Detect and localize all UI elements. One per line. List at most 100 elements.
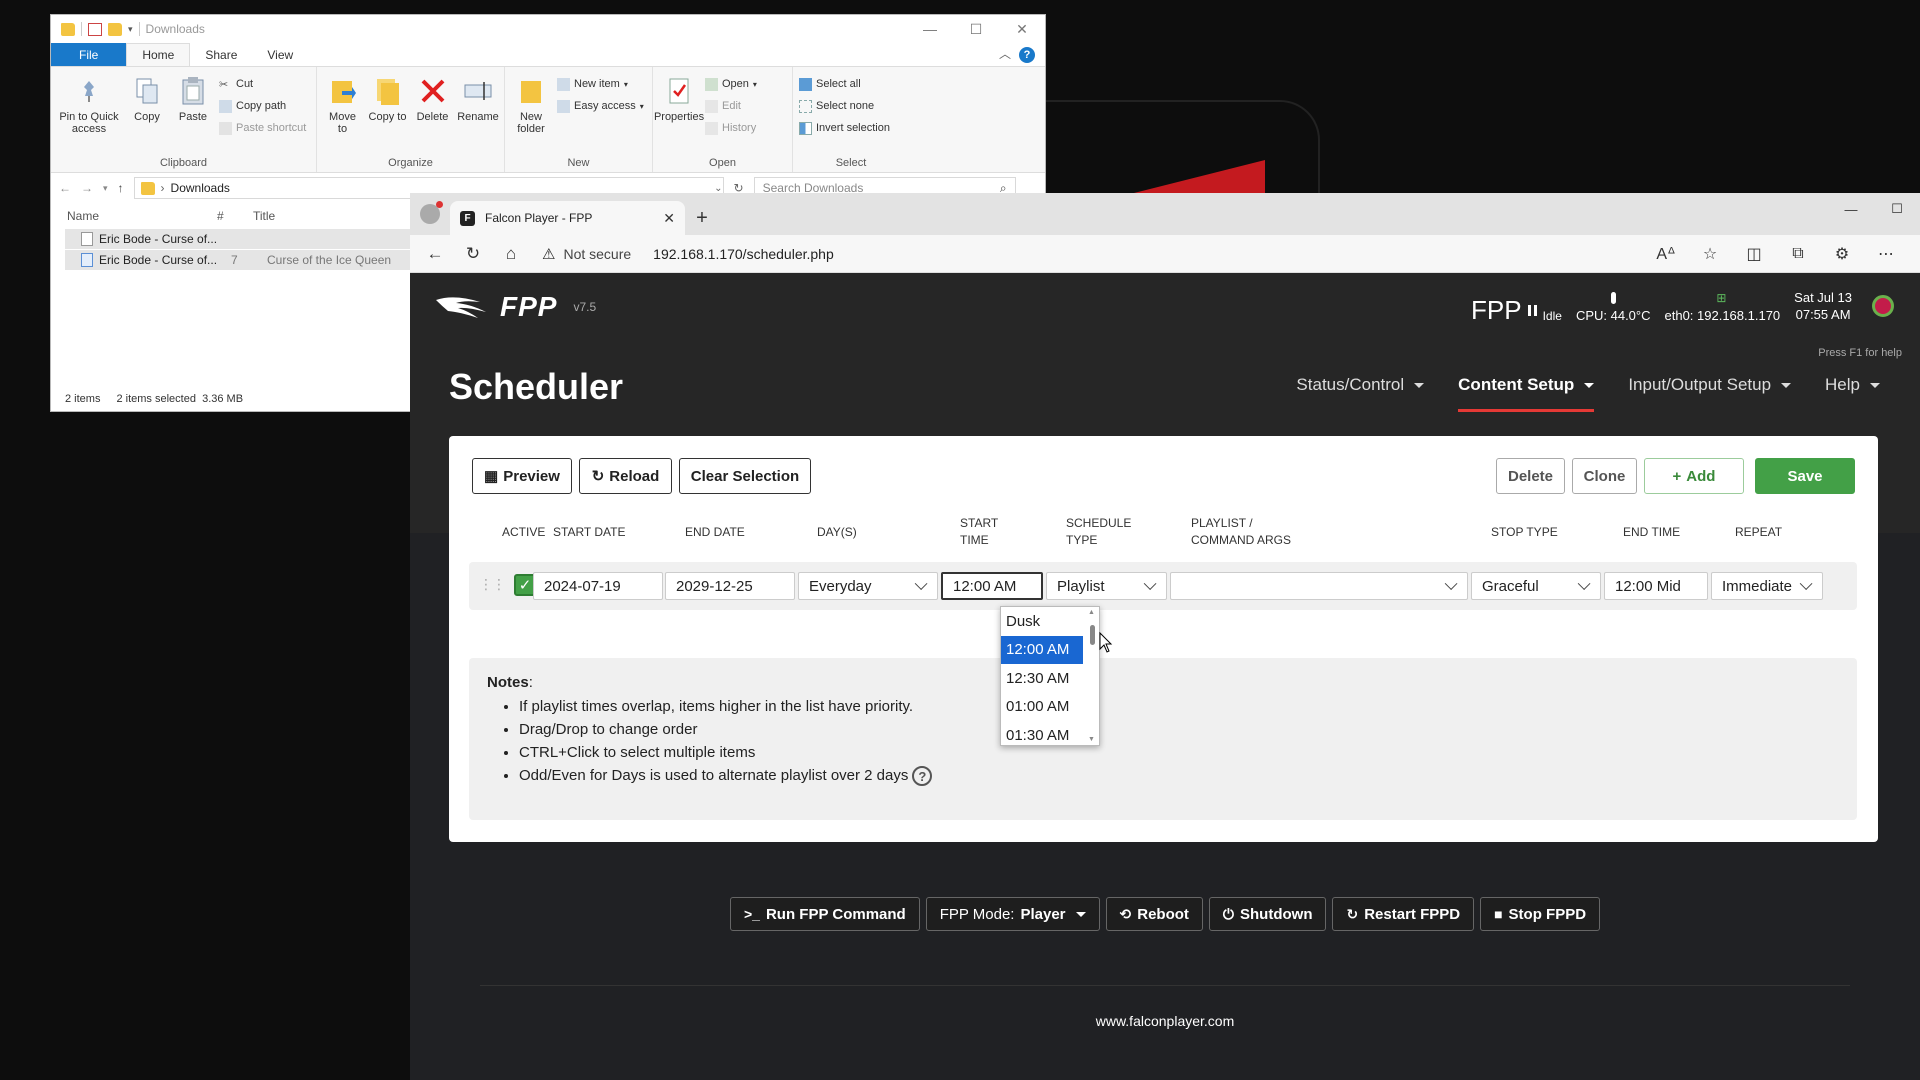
split-screen-icon[interactable]: ◫ — [1738, 239, 1770, 269]
time-option[interactable]: 01:30 AM — [1001, 721, 1083, 750]
scroll-down-icon[interactable]: ▼ — [1088, 736, 1095, 743]
nav-status-control[interactable]: Status/Control — [1296, 375, 1424, 412]
end-time-input[interactable]: 12:00 Mid — [1604, 572, 1708, 600]
home-icon[interactable]: ⌂ — [496, 239, 526, 269]
save-button[interactable]: Save — [1755, 458, 1855, 494]
drag-handle-icon[interactable]: ⋮⋮ — [479, 576, 506, 593]
column-header-title[interactable]: Title — [253, 209, 275, 223]
column-header-name[interactable]: Name — [67, 209, 217, 223]
reboot-button[interactable]: ⟲ Reboot — [1105, 897, 1203, 931]
read-aloud-icon[interactable]: Aᐞ — [1650, 239, 1682, 269]
cut-button[interactable]: ✂ Cut — [219, 75, 306, 93]
maximize-icon[interactable]: ☐ — [953, 15, 999, 43]
forward-arrow-icon[interactable]: → — [81, 181, 93, 195]
security-status[interactable]: Not secure — [563, 246, 631, 262]
select-all-button[interactable]: Select all — [799, 75, 890, 93]
fpp-mode-dropdown[interactable]: FPP Mode: Player — [925, 897, 1100, 931]
tab-file[interactable]: File — [51, 43, 127, 66]
fpp-status[interactable]: FPP — [1471, 297, 1537, 323]
schedule-row[interactable]: ⋮⋮ ✓ 2024-07-19 2029-12-25 Everyday 12:0… — [469, 562, 1857, 610]
end-date-input[interactable]: 2029-12-25 — [665, 572, 795, 600]
extensions-icon[interactable]: ⚙ — [1826, 239, 1858, 269]
favorite-star-icon[interactable]: ☆ — [1694, 239, 1726, 269]
minimize-icon[interactable]: — — [1828, 193, 1874, 225]
start-date-input[interactable]: 2024-07-19 — [533, 572, 663, 600]
select-none-label: Select none — [816, 100, 875, 112]
select-all-icon — [799, 77, 812, 91]
browser-tab-fpp[interactable]: F Falcon Player - FPP ✕ — [450, 201, 685, 235]
copy-path-button[interactable]: Copy path — [219, 97, 306, 115]
nav-help[interactable]: Help — [1825, 375, 1880, 412]
tab-close-icon[interactable]: ✕ — [663, 210, 675, 227]
time-option-selected[interactable]: 12:00 AM — [1001, 635, 1083, 664]
open-button[interactable]: Open ▾ — [705, 75, 757, 93]
days-value: Everyday — [809, 577, 872, 595]
clear-selection-button[interactable]: Clear Selection — [679, 458, 811, 494]
dropdown-scrollbar[interactable]: ▲ ▼ — [1085, 607, 1099, 745]
more-menu-icon[interactable]: ⋯ — [1870, 239, 1902, 269]
repeat-select[interactable]: Immediate — [1711, 572, 1823, 600]
help-icon[interactable]: ? — [1019, 47, 1035, 63]
easy-access-button[interactable]: Easy access ▾ — [557, 97, 644, 115]
address-dropdown-icon[interactable]: ⌄ — [714, 183, 722, 194]
question-help-icon[interactable]: ? — [912, 766, 933, 787]
start-time-input[interactable]: 12:00 AM — [941, 572, 1043, 600]
back-arrow-icon[interactable]: ← — [59, 181, 71, 195]
group-label-select: Select — [835, 157, 867, 169]
new-item-button[interactable]: New item ▾ — [557, 75, 644, 93]
scrollbar-thumb[interactable] — [1090, 625, 1095, 645]
back-arrow-icon[interactable]: ← — [420, 239, 450, 269]
up-arrow-icon[interactable]: ↑ — [118, 181, 124, 195]
add-button[interactable]: + Add — [1644, 458, 1744, 494]
minimize-icon[interactable]: — — [907, 15, 953, 43]
nav-content-setup[interactable]: Content Setup — [1458, 375, 1595, 412]
stop-type-select[interactable]: Graceful — [1471, 572, 1601, 600]
playlist-select[interactable] — [1170, 572, 1468, 600]
maximize-icon[interactable]: ☐ — [1874, 193, 1920, 225]
delete-button[interactable]: Delete — [1496, 458, 1565, 494]
run-fpp-command-button[interactable]: >_ Run FPP Command — [730, 897, 920, 931]
scroll-up-icon[interactable]: ▲ — [1088, 609, 1095, 616]
invert-selection-button[interactable]: Invert selection — [799, 119, 890, 137]
reload-button[interactable]: ↻ Reload — [579, 458, 672, 494]
reload-icon[interactable]: ↻ — [458, 239, 488, 269]
properties-check-icon[interactable] — [88, 22, 102, 36]
header-playlist-line1: PLAYLIST / — [1191, 516, 1253, 530]
fpp-logo[interactable]: FPP v7.5 — [434, 291, 596, 323]
clone-button[interactable]: Clone — [1572, 458, 1637, 494]
scissors-icon: ✂ — [219, 78, 229, 91]
time-option[interactable]: 01:00 AM — [1001, 693, 1083, 722]
restart-fppd-button[interactable]: ↻ Restart FPPD — [1332, 897, 1475, 931]
nav-input-output-setup[interactable]: Input/Output Setup — [1628, 375, 1791, 412]
days-select[interactable]: Everyday — [798, 572, 938, 600]
tab-view[interactable]: View — [252, 43, 308, 66]
note-item-text: Odd/Even for Days is used to alternate p… — [519, 767, 909, 784]
edit-button[interactable]: Edit — [705, 97, 757, 115]
close-icon[interactable]: ✕ — [999, 15, 1045, 43]
collections-icon[interactable]: ⧉ — [1782, 239, 1814, 269]
recent-dropdown-icon[interactable]: ▾ — [103, 183, 108, 194]
stop-fppd-button[interactable]: ■ Stop FPPD — [1480, 897, 1601, 931]
time-option[interactable]: Dusk — [1001, 607, 1083, 636]
address-bar[interactable]: ⚠ Not secure 192.168.1.170/scheduler.php — [534, 245, 1642, 263]
schedule-type-select[interactable]: Playlist — [1046, 572, 1167, 600]
quick-access-dropdown-icon[interactable]: ▾ — [128, 24, 133, 35]
ribbon-collapse-icon[interactable]: ︿ — [999, 45, 1011, 62]
new-tab-plus-icon[interactable]: + — [685, 201, 719, 235]
preview-button[interactable]: ▦ Preview — [472, 458, 572, 494]
tab-home[interactable]: Home — [126, 43, 191, 66]
header-schedule-type: SCHEDULE TYPE — [1066, 515, 1131, 549]
tab-share[interactable]: Share — [190, 43, 252, 66]
select-none-button[interactable]: Select none — [799, 97, 890, 115]
start-date-value: 2024-07-19 — [544, 577, 621, 595]
paste-shortcut-button[interactable]: Paste shortcut — [219, 119, 306, 137]
shutdown-button[interactable]: ⏻ Shutdown — [1208, 897, 1327, 931]
footer-website-link[interactable]: www.falconplayer.com — [410, 1013, 1920, 1029]
clone-label: Clone — [1583, 467, 1626, 485]
profile-button[interactable] — [410, 193, 450, 235]
history-button[interactable]: History — [705, 119, 757, 137]
time-option[interactable]: 12:30 AM — [1001, 664, 1083, 693]
new-folder-icon[interactable] — [108, 22, 122, 36]
explorer-status-bar: 2 items 2 items selected 3.36 MB — [65, 393, 243, 405]
column-header-number[interactable]: # — [217, 209, 253, 223]
